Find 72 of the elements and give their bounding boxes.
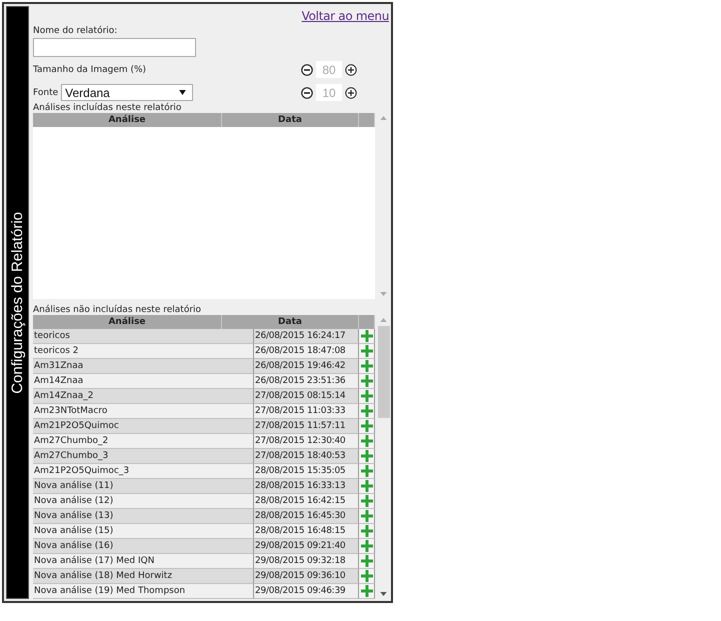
table-cell: Am27Chumbo_3: [33, 449, 254, 464]
table-cell: 27/08/2015 12:30:40: [254, 434, 359, 449]
section-title: Análises incluídas neste relatório: [33, 103, 182, 113]
add-icon[interactable]: [361, 525, 373, 537]
scrollbar-thumb[interactable]: [378, 326, 390, 418]
table-cell: 28/08/2015 15:35:05: [254, 464, 359, 479]
sidebar-title: Configurações do Relatório: [9, 212, 26, 394]
minus-icon[interactable]: [301, 64, 313, 76]
add-icon[interactable]: [361, 405, 373, 417]
table-cell: 28/08/2015 16:33:13: [254, 479, 359, 494]
table-cell: Nova análise (16): [33, 539, 254, 554]
table-cell: Nova análise (19) Med Thompson: [33, 584, 254, 599]
add-icon[interactable]: [361, 510, 373, 522]
table-cell: Nova análise (13): [33, 509, 254, 524]
table-cell: 28/08/2015 16:45:30: [254, 509, 359, 524]
add-icon[interactable]: [361, 330, 373, 342]
table-cell: Nova análise (17) Med IQN: [33, 554, 254, 569]
table-cell: Nova análise (11): [33, 479, 254, 494]
table-cell: 29/08/2015 09:46:39: [254, 584, 359, 599]
table-cell: 29/08/2015 09:36:10: [254, 569, 359, 584]
table-cell: Am21P2O5Quimoc: [33, 419, 254, 434]
scroll-down-icon[interactable]: [380, 592, 387, 596]
table-cell: Nova análise (15): [33, 524, 254, 539]
add-icon[interactable]: [361, 390, 373, 402]
add-icon[interactable]: [361, 570, 373, 582]
section-title: Análises não incluídas neste relatório: [33, 305, 202, 315]
add-icon[interactable]: [361, 420, 373, 432]
table-cell: Am31Znaa: [33, 359, 254, 374]
plus-icon[interactable]: [345, 86, 357, 98]
add-icon[interactable]: [361, 540, 373, 552]
add-icon[interactable]: [361, 375, 373, 387]
table-cell: 26/08/2015 19:46:42: [254, 359, 359, 374]
plus-icon[interactable]: [345, 64, 357, 76]
add-icon[interactable]: [361, 585, 373, 597]
table-cell: Nova análise (18) Med Horwitz: [33, 569, 254, 584]
add-icon[interactable]: [361, 555, 373, 567]
image-size-label: Tamanho da Imagem (%): [33, 64, 146, 74]
table-cell: Am14Znaa: [33, 374, 254, 389]
table-cell: teoricos: [33, 329, 254, 344]
table-cell: teoricos 2: [33, 344, 254, 359]
report-name-field[interactable]: [33, 38, 196, 57]
table-cell: 26/08/2015 23:51:36: [254, 374, 359, 389]
table-cell: Am21P2O5Quimoc_3: [33, 464, 254, 479]
font-label: Fonte: [33, 88, 58, 98]
table-cell: 27/08/2015 18:40:53: [254, 449, 359, 464]
table-cell: 27/08/2015 11:03:33: [254, 404, 359, 419]
table-cell: Am23NTotMacro: [33, 404, 254, 419]
scroll-up-icon[interactable]: [380, 116, 387, 120]
report-name-label: Nome do relatório:: [33, 26, 118, 36]
add-icon[interactable]: [361, 465, 373, 477]
table-cell: Am27Chumbo_2: [33, 434, 254, 449]
add-icon[interactable]: [361, 360, 373, 372]
table-cell: 28/08/2015 16:48:15: [254, 524, 359, 539]
add-icon[interactable]: [361, 435, 373, 447]
table-cell: 28/08/2015 16:42:15: [254, 494, 359, 509]
table-cell: 26/08/2015 18:47:08: [254, 344, 359, 359]
scroll-up-icon[interactable]: [380, 318, 387, 322]
table-cell: 29/08/2015 09:21:40: [254, 539, 359, 554]
minus-icon[interactable]: [301, 86, 313, 98]
add-icon[interactable]: [361, 450, 373, 462]
table-cell: 29/08/2015 09:32:18: [254, 554, 359, 569]
add-icon[interactable]: [361, 495, 373, 507]
back-link[interactable]: Voltar ao menu: [302, 9, 389, 26]
table-cell: Nova análise (12): [33, 494, 254, 509]
table-cell: 26/08/2015 16:24:17: [254, 329, 359, 344]
font-select[interactable]: Verdana: [61, 84, 194, 101]
caret-icon: [179, 90, 186, 95]
table-cell: Am14Znaa_2: [33, 389, 254, 404]
table-cell: 27/08/2015 08:15:14: [254, 389, 359, 404]
add-icon[interactable]: [361, 345, 373, 357]
add-icon[interactable]: [361, 480, 373, 492]
table-cell: 27/08/2015 11:57:11: [254, 419, 359, 434]
